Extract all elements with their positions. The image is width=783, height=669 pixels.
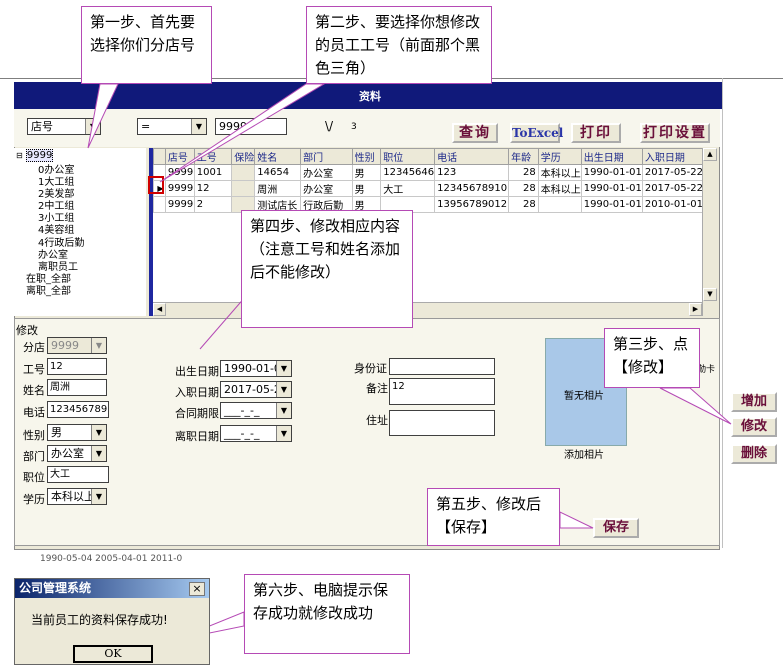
callout4-pointer — [199, 295, 247, 350]
close-icon[interactable]: × — [189, 582, 205, 596]
callout1-pointer — [87, 83, 119, 149]
callout-step-1: 第一步、首先要选择你们分店号 — [81, 6, 212, 84]
ok-button[interactable]: OK — [73, 645, 153, 663]
callout-step-4: 第四步、修改相应内容（注意工号和姓名添加后不能修改） — [241, 210, 413, 328]
callout-step-3: 第三步、点【修改】 — [604, 328, 700, 388]
callout-step-6: 第六步、电脑提示保存成功就修改成功 — [244, 574, 410, 654]
callout2-pointer — [159, 83, 326, 183]
callout-step-5: 第五步、修改后【保存】 — [427, 488, 560, 546]
callout-step-2: 第二步、要选择你想修改的员工工号（前面那个黑色三角） — [306, 6, 492, 84]
dialog-message: 当前员工的资料保存成功! — [31, 613, 168, 627]
callout5-pointer — [559, 511, 594, 529]
dialog-title: 公司管理系统 — [15, 579, 209, 598]
callout3-pointer — [659, 387, 732, 425]
success-dialog: 公司管理系统 × 当前员工的资料保存成功! OK — [14, 578, 210, 665]
